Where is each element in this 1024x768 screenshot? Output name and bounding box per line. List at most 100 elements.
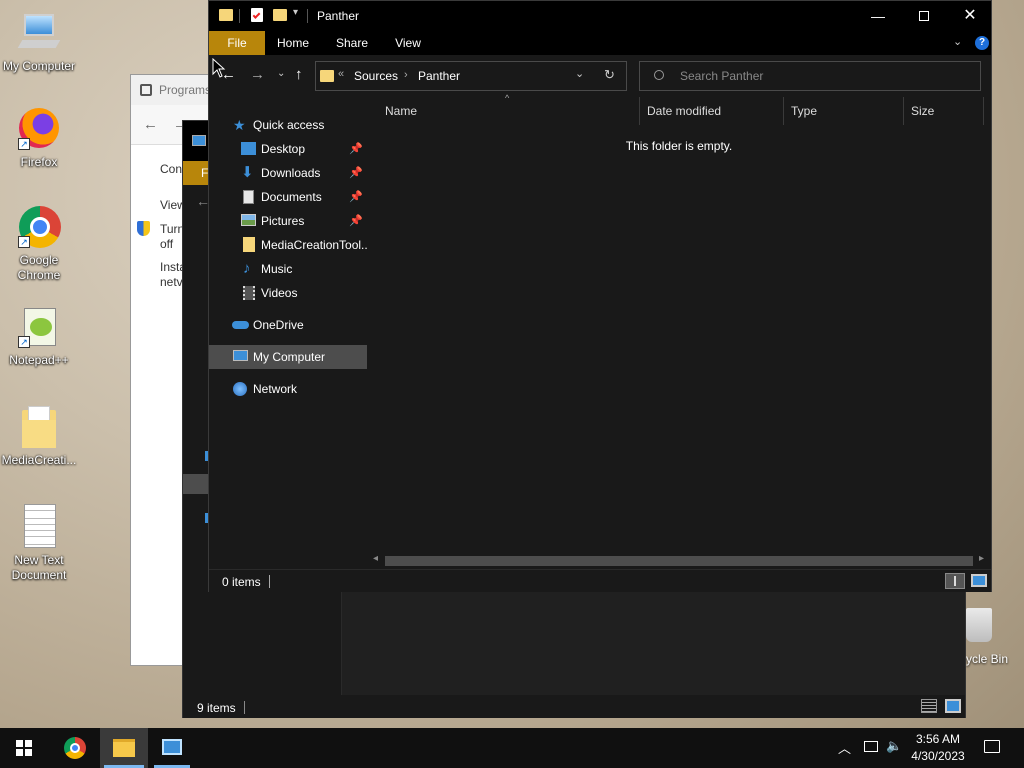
nav-downloads[interactable]: ⬇ Downloads 📌 <box>209 161 367 185</box>
address-bar[interactable]: « Sources › Panther ⌄ ↻ <box>315 61 627 91</box>
pin-icon[interactable]: 📌 <box>349 185 363 209</box>
notepadpp-icon: ↗ <box>16 304 62 350</box>
navigation-pane: ★ Quick access Desktop 📌 ⬇ Downloads 📌 D… <box>209 97 367 569</box>
nav-quick-access[interactable]: ★ Quick access <box>209 113 367 137</box>
breadcrumb-separator-icon: › <box>404 69 408 81</box>
search-box[interactable]: Search Panther <box>639 61 981 91</box>
desktop-icon-my-computer[interactable]: My Computer <box>0 10 78 74</box>
desktop-icon-mediacreation-folder[interactable]: MediaCreati... <box>0 404 78 468</box>
close-button[interactable]: ✕ <box>947 1 993 31</box>
tab-file[interactable]: F <box>183 161 209 185</box>
column-header-size[interactable]: Size <box>907 97 983 125</box>
up-arrow-icon[interactable]: ↑ <box>295 66 303 83</box>
link-text[interactable]: netv <box>160 275 183 289</box>
desktop-icon-notepadpp[interactable]: ↗ Notepad++ <box>0 304 78 368</box>
nav-videos[interactable]: Videos <box>209 281 367 305</box>
large-icons-view-icon[interactable] <box>945 699 961 713</box>
address-history-icon[interactable]: ⌄ <box>575 67 584 80</box>
music-icon: ♪ <box>243 260 251 277</box>
customize-quick-access-icon[interactable]: ▾ <box>293 7 298 18</box>
maximize-icon <box>919 11 929 21</box>
folder-icon <box>113 739 135 757</box>
shield-icon <box>137 221 150 236</box>
network-status-icon[interactable] <box>864 741 878 752</box>
videos-icon <box>243 286 255 300</box>
pin-icon[interactable]: 📌 <box>349 161 363 185</box>
pin-icon[interactable]: 📌 <box>349 137 363 161</box>
desktop-icon-label: Google Chrome <box>17 253 61 282</box>
action-center-icon[interactable] <box>984 740 1000 753</box>
nav-pictures[interactable]: Pictures 📌 <box>209 209 367 233</box>
breadcrumb-sources[interactable]: Sources <box>354 69 398 83</box>
column-header-name[interactable]: Name <box>381 97 637 125</box>
tab-view[interactable]: View <box>383 31 433 55</box>
link-text[interactable]: Con <box>160 162 182 176</box>
maximize-button[interactable] <box>901 1 947 31</box>
recent-locations-icon[interactable]: ⌄ <box>277 68 285 79</box>
details-view-icon[interactable] <box>921 699 937 713</box>
nav-mediacreationtool[interactable]: MediaCreationTool... <box>209 233 367 257</box>
nav-music[interactable]: ♪ Music <box>209 257 367 281</box>
minimize-button[interactable]: — <box>855 1 901 31</box>
properties-icon[interactable] <box>251 8 263 22</box>
start-button[interactable] <box>0 728 48 768</box>
tab-file[interactable]: File <box>209 31 265 55</box>
file-list[interactable]: ^ Name Date modified Type Size This fold… <box>367 93 991 569</box>
clock-time[interactable]: 3:56 AM <box>910 732 966 746</box>
shortcut-arrow-icon: ↗ <box>18 138 30 150</box>
horizontal-scrollbar[interactable]: ◂ ▸ <box>367 553 991 569</box>
nav-documents[interactable]: Documents 📌 <box>209 185 367 209</box>
pin-icon[interactable]: 📌 <box>349 209 363 233</box>
details-view-icon[interactable] <box>945 573 965 589</box>
nav-network[interactable]: Network <box>209 377 367 401</box>
title-bar[interactable]: ▾ Panther — ✕ <box>209 1 991 31</box>
link-text[interactable]: Turn <box>160 222 184 236</box>
star-icon: ★ <box>233 117 246 133</box>
tab-share[interactable]: Share <box>325 31 379 55</box>
breadcrumb-overflow[interactable]: « <box>338 68 344 80</box>
desktop-icon-label: Notepad++ <box>9 353 69 367</box>
scroll-right-icon[interactable]: ▸ <box>979 553 984 564</box>
taskbar-file-explorer-button[interactable] <box>100 728 148 768</box>
window-title: Panther <box>317 9 360 23</box>
large-icons-view-icon[interactable] <box>971 574 987 587</box>
scrollbar-thumb[interactable] <box>385 556 973 566</box>
back-arrow-icon[interactable]: ← <box>143 116 158 133</box>
forward-arrow-icon[interactable]: → <box>250 66 265 83</box>
folder-icon <box>16 404 62 450</box>
explorer-window[interactable]: ▾ Panther — ✕ File Home Share View ⌄ ? ←… <box>208 0 992 592</box>
desktop-icon-label: My Computer <box>2 59 76 73</box>
shortcut-arrow-icon: ↗ <box>18 336 30 348</box>
folder-icon <box>320 70 334 82</box>
desktop-icon-label: Firefox <box>20 155 58 169</box>
refresh-icon[interactable]: ↻ <box>604 67 615 83</box>
column-header-date-modified[interactable]: Date modified <box>643 97 783 125</box>
tab-home[interactable]: Home <box>267 31 319 55</box>
volume-icon[interactable]: 🔈 <box>886 738 902 754</box>
nav-onedrive[interactable]: OneDrive <box>209 313 367 337</box>
help-icon[interactable]: ? <box>975 36 989 50</box>
control-panel-icon <box>162 739 182 755</box>
new-folder-icon[interactable] <box>273 9 287 21</box>
nav-desktop[interactable]: Desktop 📌 <box>209 137 367 161</box>
taskbar-control-panel-button[interactable] <box>148 728 196 768</box>
desktop-icon-chrome[interactable]: ↗ Google Chrome <box>0 204 78 283</box>
network-icon <box>233 382 247 396</box>
recycle-bin-icon <box>966 608 992 642</box>
nav-my-computer[interactable]: My Computer <box>209 345 367 369</box>
desktop-icon-recycle-bin[interactable]: ycle Bin <box>962 606 1024 666</box>
column-header-type[interactable]: Type <box>787 97 903 125</box>
navigation-bar: ← → ⌄ ↑ « Sources › Panther ⌄ ↻ Search P… <box>209 55 991 97</box>
clock-date[interactable]: 4/30/2023 <box>908 749 968 763</box>
taskbar-chrome-button[interactable] <box>50 728 100 768</box>
link-text[interactable]: off <box>160 237 173 251</box>
breadcrumb-panther[interactable]: Panther <box>418 69 460 83</box>
desktop-icon-new-text-document[interactable]: New Text Document <box>0 504 78 583</box>
desktop-icon-firefox[interactable]: ↗ Firefox <box>0 106 78 170</box>
search-icon <box>654 70 664 80</box>
expand-ribbon-icon[interactable]: ⌄ <box>953 35 962 48</box>
chrome-icon <box>64 737 86 759</box>
show-hidden-icons-icon[interactable]: ︿ <box>838 738 851 757</box>
ribbon: File Home Share View ⌄ ? <box>209 31 991 55</box>
scroll-left-icon[interactable]: ◂ <box>373 553 378 564</box>
